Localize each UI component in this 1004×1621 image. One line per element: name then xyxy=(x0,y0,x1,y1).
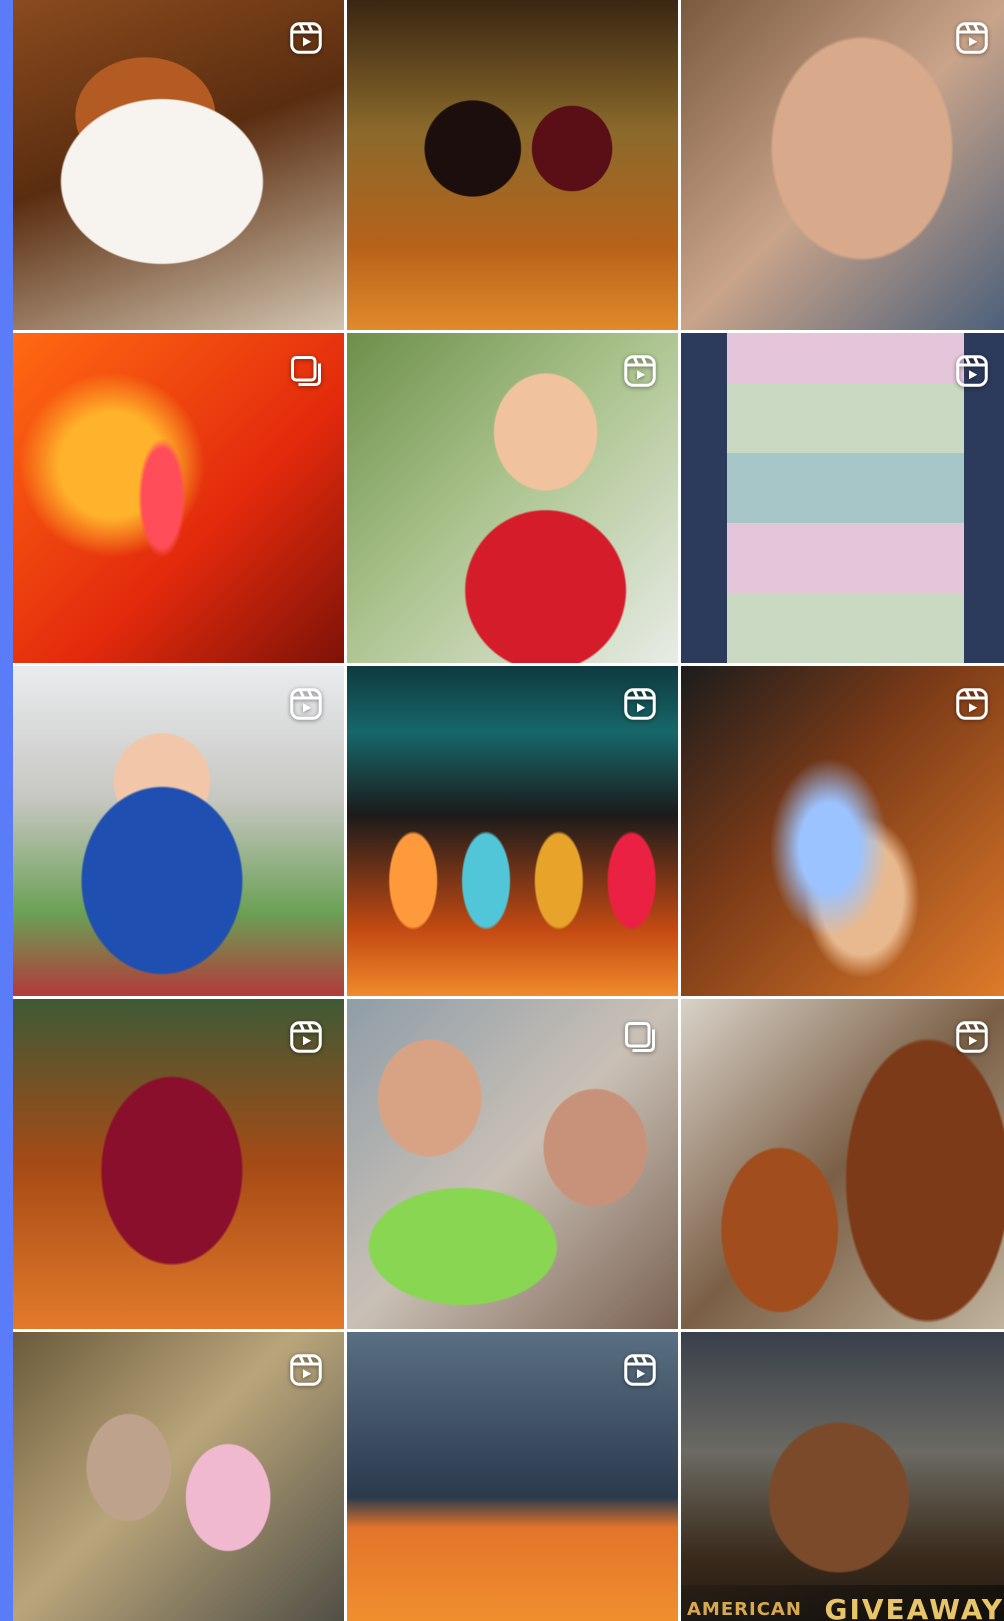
grid-post-4[interactable] xyxy=(13,333,344,663)
grid-post-14[interactable] xyxy=(347,1332,678,1621)
left-accent-bar xyxy=(0,0,13,1621)
grid-post-13[interactable] xyxy=(13,1332,344,1621)
reel-icon xyxy=(622,1352,658,1388)
giveaway-banner: AMERICAN GIVEAWAY xyxy=(681,1585,1004,1621)
grid-post-3[interactable] xyxy=(681,0,1004,330)
reel-icon xyxy=(954,20,990,56)
reel-icon xyxy=(288,1352,324,1388)
reel-icon xyxy=(288,686,324,722)
carousel-icon xyxy=(288,353,324,389)
reel-icon xyxy=(622,686,658,722)
giveaway-text: GIVEAWAY xyxy=(824,1592,1004,1621)
grid-post-1[interactable] xyxy=(13,0,344,330)
post-grid: AMERICAN GIVEAWAY xyxy=(13,0,1004,1621)
grid-post-9[interactable] xyxy=(681,666,1004,996)
reel-icon xyxy=(954,1019,990,1055)
carousel-icon xyxy=(622,1019,658,1055)
grid-post-2[interactable] xyxy=(347,0,678,330)
grid-post-12[interactable] xyxy=(681,999,1004,1329)
grid-post-6[interactable] xyxy=(681,333,1004,663)
grid-post-7[interactable] xyxy=(13,666,344,996)
grid-post-8[interactable] xyxy=(347,666,678,996)
brand-text: AMERICAN xyxy=(687,1598,802,1620)
grid-post-10[interactable] xyxy=(13,999,344,1329)
grid-post-11[interactable] xyxy=(347,999,678,1329)
grid-post-5[interactable] xyxy=(347,333,678,663)
reel-icon xyxy=(622,353,658,389)
reel-icon xyxy=(954,686,990,722)
reel-icon xyxy=(288,20,324,56)
profile-grid-page: AMERICAN GIVEAWAY xyxy=(0,0,1004,1621)
grid-post-15[interactable]: AMERICAN GIVEAWAY xyxy=(681,1332,1004,1621)
reel-icon xyxy=(288,1019,324,1055)
reel-icon xyxy=(954,353,990,389)
